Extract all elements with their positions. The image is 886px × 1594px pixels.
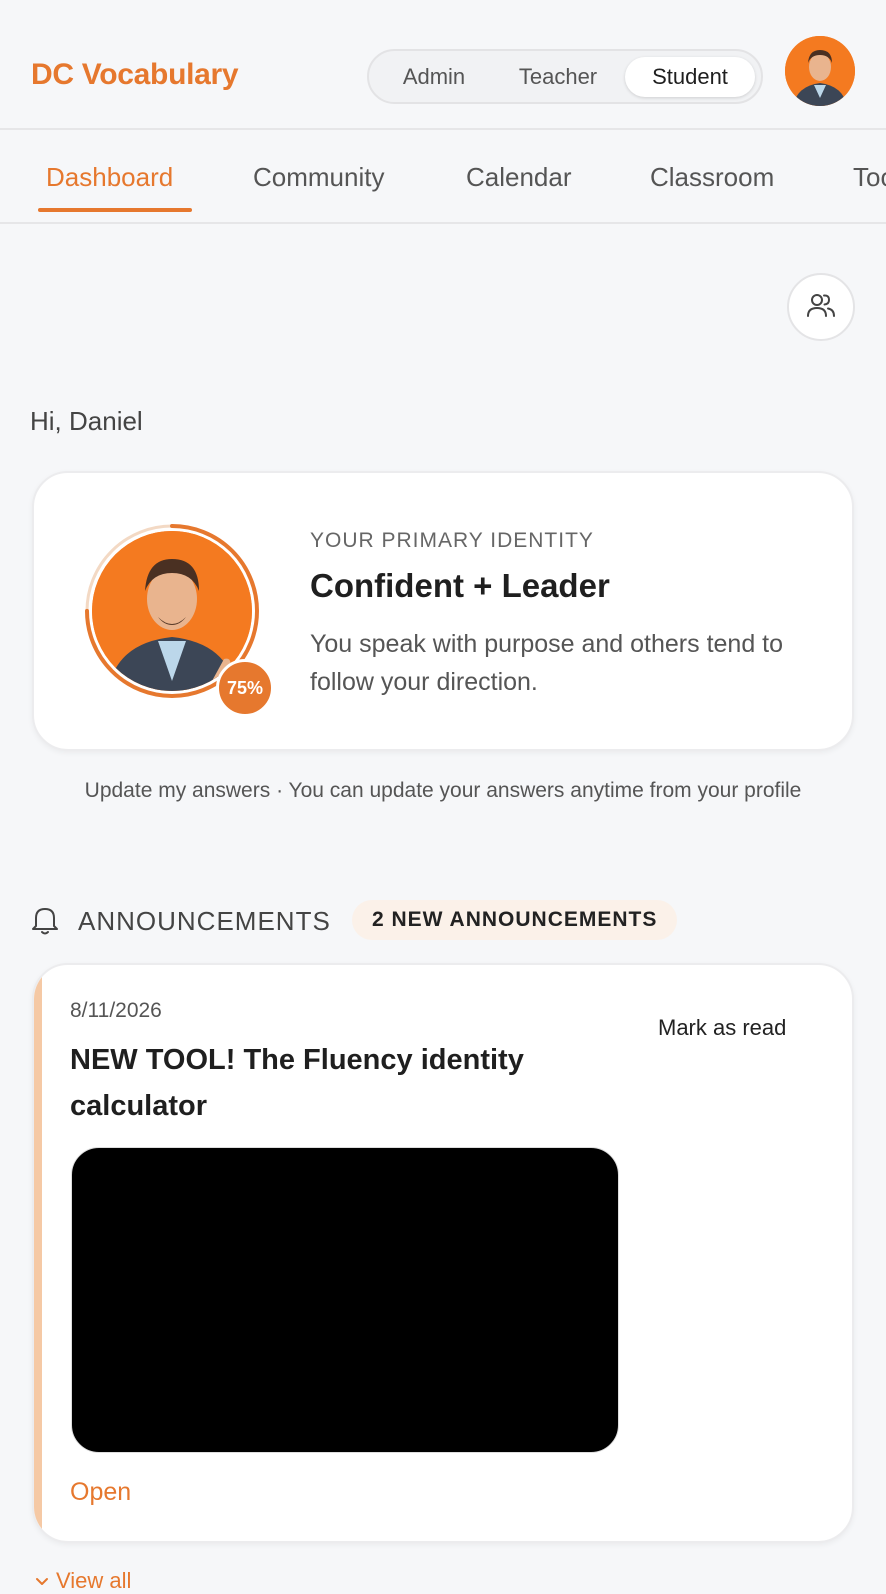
announcements-header: ANNOUNCEMENTS 2 NEW ANNOUNCEMENTS (30, 900, 850, 940)
chevron-down-icon (34, 1568, 50, 1594)
app-header: DC Vocabulary Admin Teacher Student (0, 0, 886, 130)
tab-community[interactable]: Community (253, 162, 384, 193)
open-announcement-link[interactable]: Open (70, 1478, 131, 1507)
greeting-text: Hi, Daniel (30, 406, 143, 436)
announcement-card: 8/11/2026 Mark as read NEW TOOL! The Flu… (32, 963, 854, 1543)
view-all-label: View all (56, 1568, 132, 1593)
role-teacher-button[interactable]: Teacher (497, 57, 619, 97)
role-admin-button[interactable]: Admin (381, 57, 487, 97)
role-switcher: Admin Teacher Student (367, 49, 763, 104)
view-all-link[interactable]: View all (34, 1568, 131, 1594)
people-button[interactable] (787, 273, 855, 341)
identity-card: 75% YOUR PRIMARY IDENTITY Confident + Le… (32, 471, 854, 751)
identity-progress-badge: 75% (216, 659, 274, 717)
role-student-button[interactable]: Student (625, 57, 755, 97)
active-tab-indicator (38, 208, 192, 212)
tab-classroom[interactable]: Classroom (650, 162, 774, 193)
announcement-video[interactable] (71, 1147, 619, 1453)
bell-icon (30, 904, 60, 936)
user-avatar[interactable] (785, 36, 855, 106)
main-tabs: Dashboard Community Calendar Classroom T… (0, 130, 886, 224)
tab-tools[interactable]: Too (853, 162, 886, 193)
tab-calendar[interactable]: Calendar (466, 162, 572, 193)
tab-dashboard[interactable]: Dashboard (46, 162, 173, 193)
people-icon (805, 289, 837, 326)
new-announcements-badge: 2 NEW ANNOUNCEMENTS (352, 900, 678, 940)
identity-title: Confident + Leader (310, 567, 610, 604)
announcement-headline: NEW TOOL! The Fluency identity calculato… (70, 1044, 524, 1122)
brand-logo[interactable]: DC Vocabulary (31, 58, 239, 92)
announcements-title: ANNOUNCEMENTS (78, 906, 331, 936)
announcement-accent-bar (34, 965, 42, 1541)
mark-as-read-button[interactable]: Mark as read (658, 1015, 786, 1041)
announcement-date: 8/11/2026 (70, 999, 162, 1022)
identity-description: You speak with purpose and others tend t… (310, 630, 784, 696)
update-answers-link[interactable]: Update my answers · You can update your … (40, 776, 846, 805)
identity-avatar: 75% (82, 521, 274, 717)
identity-eyebrow: YOUR PRIMARY IDENTITY (310, 529, 594, 552)
